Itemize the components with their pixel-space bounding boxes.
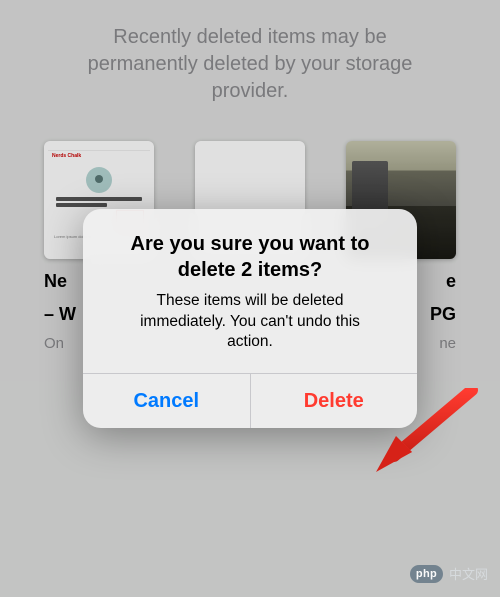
dialog-title-line: delete 2 items? xyxy=(103,257,397,283)
watermark: php 中文网 xyxy=(410,564,488,583)
modal-overlay: Are you sure you want to delete 2 items?… xyxy=(0,0,500,597)
delete-button[interactable]: Delete xyxy=(251,374,418,428)
cancel-button[interactable]: Cancel xyxy=(83,374,251,428)
dialog-title: Are you sure you want to delete 2 items? xyxy=(103,231,397,283)
delete-button-label: Delete xyxy=(304,390,364,413)
dialog-body: Are you sure you want to delete 2 items?… xyxy=(83,209,417,374)
dialog-title-line: Are you sure you want to xyxy=(103,231,397,257)
dialog-message: These items will be deleted immediately.… xyxy=(103,291,397,354)
dialog-button-row: Cancel Delete xyxy=(83,373,417,428)
watermark-badge: php xyxy=(410,565,443,583)
dialog-message-line: These items will be deleted xyxy=(107,291,393,312)
dialog-message-line: action. xyxy=(107,332,393,353)
confirm-dialog: Are you sure you want to delete 2 items?… xyxy=(83,209,417,429)
cancel-button-label: Cancel xyxy=(133,390,199,413)
dialog-message-line: immediately. You can't undo this xyxy=(107,312,393,333)
watermark-text: 中文网 xyxy=(449,564,488,583)
